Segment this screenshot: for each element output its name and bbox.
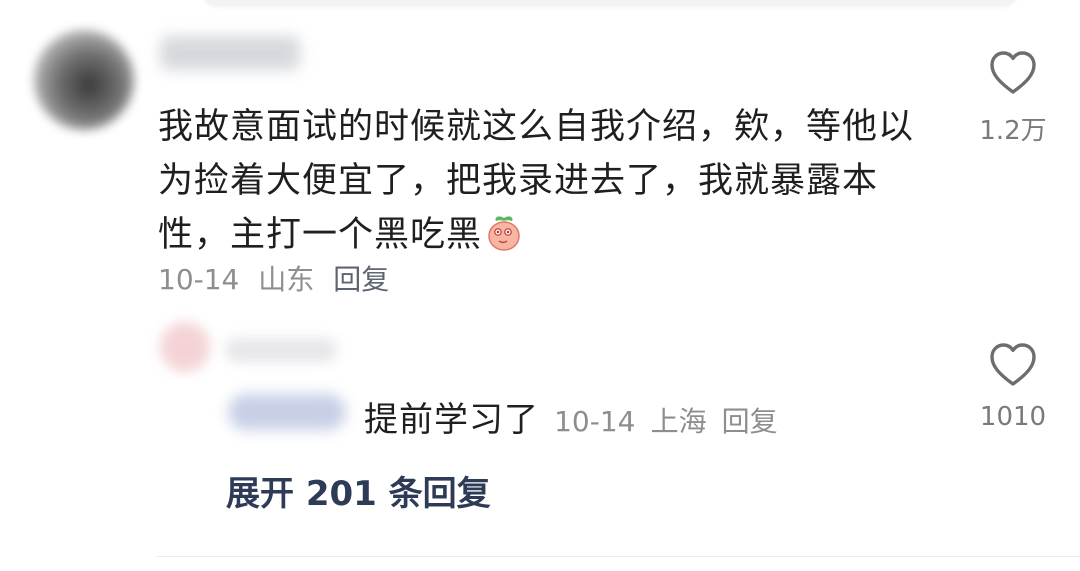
reply-date: 10-14 — [554, 405, 636, 438]
divider — [156, 556, 1080, 557]
commenter-avatar[interactable] — [34, 30, 134, 130]
heart-outline-icon — [990, 51, 1036, 94]
reply-body: 提前学习了 10-14 上海 回复 — [364, 392, 788, 441]
reply-like-button[interactable]: 1010 — [978, 342, 1048, 432]
reply-button[interactable]: 回复 — [333, 263, 389, 296]
comment-text: 我故意面试的时候就这么自我介绍，欸，等他以为捡着大便宜了，把我录进去了，我就暴露… — [158, 107, 915, 255]
comment-body: 我故意面试的时候就这么自我介绍，欸，等他以为捡着大便宜了，把我录进去了，我就暴露… — [158, 100, 928, 262]
comment-location: 山东 — [258, 263, 315, 296]
top-bar — [200, 0, 1020, 6]
comment-meta: 10-14 山东 回复 — [158, 258, 399, 298]
replier-avatar[interactable] — [160, 322, 210, 372]
reply-to-username[interactable] — [228, 394, 346, 430]
reply-text: 提前学习了 — [364, 400, 539, 440]
replier-username[interactable] — [226, 338, 336, 362]
peach-emoji-icon — [488, 216, 520, 251]
heart-outline-icon — [990, 343, 1036, 386]
comment-like-button[interactable]: 1.2万 — [978, 50, 1048, 147]
commenter-username[interactable] — [160, 36, 300, 70]
expand-replies-button[interactable]: 展开 201 条回复 — [226, 466, 491, 515]
reply-location: 上海 — [650, 405, 707, 438]
comment-date: 10-14 — [158, 263, 240, 296]
comment-like-count: 1.2万 — [979, 116, 1047, 146]
reply-reply-button[interactable]: 回复 — [722, 405, 778, 438]
reply-like-count: 1010 — [979, 402, 1047, 432]
